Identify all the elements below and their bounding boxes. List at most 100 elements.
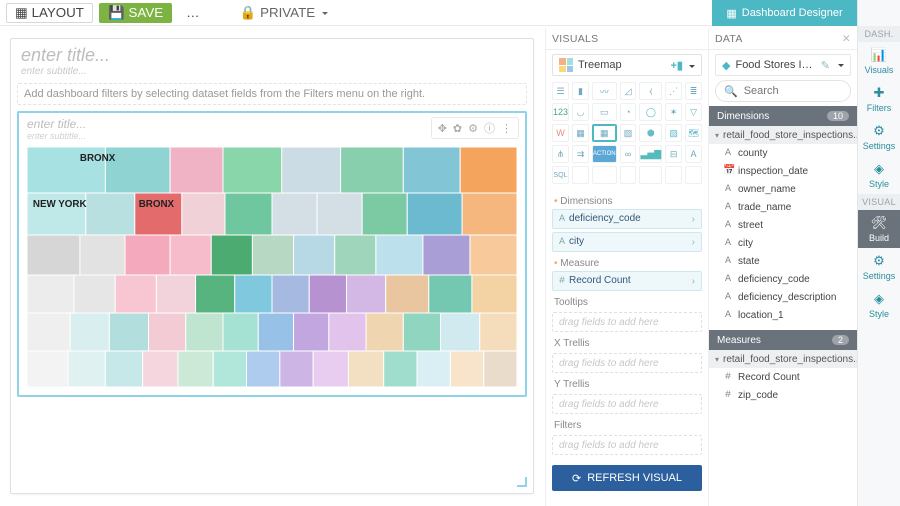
viz-line[interactable]: 〰 — [592, 82, 617, 100]
measure-field-zip-code[interactable]: #zip_code — [709, 386, 857, 404]
gear-icon[interactable]: ⚙ — [468, 122, 478, 135]
dimension-field-owner-name[interactable]: Aowner_name — [709, 180, 857, 198]
viz-text[interactable]: A — [685, 145, 702, 163]
filters-shelf[interactable]: drag fields to add here — [552, 435, 702, 455]
dimension-pill-deficiency-code[interactable]: Adeficiency_code › — [552, 209, 702, 229]
chevron-down-icon[interactable] — [835, 59, 844, 71]
dimension-field-inspection-date[interactable]: 📅inspection_date — [709, 162, 857, 180]
rail-visual-style[interactable]: ◈Style — [858, 286, 900, 324]
viz-donut[interactable]: ◯ — [639, 103, 662, 121]
dashboard-subtitle-input[interactable]: enter subtitle... — [11, 66, 533, 81]
dimensions-group-header[interactable]: Dimensions 10 — [709, 106, 857, 126]
chevron-right-icon[interactable]: › — [692, 237, 695, 248]
measures-count: 2 — [832, 335, 849, 345]
viz-bullet[interactable]: ▭ — [592, 103, 617, 121]
viz-map[interactable]: ▧ — [620, 124, 637, 142]
viz-link[interactable]: ∞ — [620, 145, 637, 163]
viz-stacked[interactable]: ≣ — [685, 82, 702, 100]
viz-gauge[interactable]: ◡ — [572, 103, 589, 121]
rail-visual-settings[interactable]: ⚙Settings — [858, 248, 900, 286]
field-search[interactable]: 🔍 ⊗ — [715, 80, 851, 102]
edit-icon[interactable]: ✎ — [821, 59, 830, 72]
dimension-field-trade-name[interactable]: Atrade_name — [709, 198, 857, 216]
dimension-pill-city[interactable]: Acity › — [552, 232, 702, 252]
viz-word[interactable]: W — [552, 124, 569, 142]
dataset-selector[interactable]: ◆ Food Stores Inspection... ✎ — [715, 54, 851, 76]
dimension-field-city[interactable]: Acity — [709, 234, 857, 252]
viz-network[interactable]: ⋔ — [552, 145, 569, 163]
privacy-toggle[interactable]: 🔒 PRIVATE — [231, 3, 336, 23]
viz-treemap[interactable]: ▦ — [592, 124, 617, 142]
viz-blank2[interactable] — [592, 166, 617, 184]
viz-combo[interactable]: ⧼ — [639, 82, 662, 100]
treemap-chart[interactable]: BRONX NEW YORK BRONX — [27, 147, 517, 387]
move-icon[interactable]: ✥ — [438, 122, 447, 135]
viz-funnel[interactable]: ▽ — [685, 103, 702, 121]
info-icon[interactable]: ⓘ — [484, 120, 495, 136]
rail-dash-visuals[interactable]: 📊Visuals — [858, 42, 900, 80]
ellipsis-icon[interactable]: ⋮ — [501, 122, 512, 135]
tooltips-shelf[interactable]: drag fields to add here — [552, 312, 702, 332]
chevron-down-icon[interactable] — [686, 60, 695, 72]
dimension-field-street[interactable]: Astreet — [709, 216, 857, 234]
viz-box[interactable]: ⊟ — [665, 145, 682, 163]
xtrellis-shelf[interactable]: drag fields to add here — [552, 353, 702, 373]
dimension-field-deficiency-description[interactable]: Adeficiency_description — [709, 288, 857, 306]
chevron-right-icon[interactable]: › — [692, 276, 695, 287]
rail-dash-filters[interactable]: ✚Filters — [858, 80, 900, 118]
viz-scatter[interactable]: ⋰ — [665, 82, 682, 100]
viz-us[interactable]: 🗺 — [685, 124, 702, 142]
measure-pill-record-count[interactable]: #Record Count › — [552, 271, 702, 291]
rail-dash-settings[interactable]: ⚙Settings — [858, 118, 900, 156]
visual-card[interactable]: enter title... enter subtitle... ✥ ✿ ⚙ ⓘ… — [17, 111, 527, 397]
viz-blank3[interactable] — [620, 166, 637, 184]
rail-item-label: Style — [869, 309, 889, 319]
viz-blank1[interactable] — [572, 166, 589, 184]
measures-table-header[interactable]: retail_food_store_inspections... — [709, 350, 857, 368]
rail-dash-style[interactable]: ◈Style — [858, 156, 900, 194]
refresh-visual-button[interactable]: ⟳ REFRESH VISUAL — [552, 465, 702, 491]
viz-choropleth[interactable]: ▨ — [665, 124, 682, 142]
rail-visual-build[interactable]: 🛠Build — [858, 210, 900, 248]
viz-geo[interactable]: ⬢ — [639, 124, 662, 142]
measure-field-record-count[interactable]: #Record Count — [709, 368, 857, 386]
viz-pie[interactable]: ◔ — [620, 103, 637, 121]
rail-item-label: Style — [869, 179, 889, 189]
viz-table[interactable]: ☰ — [552, 82, 569, 100]
canvas-resize-handle[interactable] — [517, 477, 527, 487]
more-icon: … — [186, 5, 199, 20]
viz-sql[interactable]: SQL — [552, 166, 569, 184]
tooltips-section-label: Tooltips — [546, 291, 708, 310]
visual-type-select[interactable]: Treemap +▮ — [552, 54, 702, 76]
viz-blank5[interactable] — [665, 166, 682, 184]
settings-icon[interactable]: ✿ — [453, 122, 462, 135]
dimensions-table-header[interactable]: retail_food_store_inspections... — [709, 126, 857, 144]
viz-area[interactable]: ◿ — [620, 82, 637, 100]
viz-blank6[interactable] — [685, 166, 702, 184]
measures-group-header[interactable]: Measures 2 — [709, 330, 857, 350]
add-visual-icon[interactable]: +▮ — [670, 60, 682, 72]
dimension-field-location-1[interactable]: Alocation_1 — [709, 306, 857, 324]
viz-histogram[interactable]: ▃▅▇ — [639, 145, 662, 163]
more-button[interactable]: … — [178, 3, 207, 23]
close-icon[interactable]: ✕ — [842, 33, 851, 45]
dimension-field-county[interactable]: Acounty — [709, 144, 857, 162]
viz-blank4[interactable] — [639, 166, 662, 184]
dashboard-title-input[interactable]: enter title... — [11, 39, 533, 66]
layout-button[interactable]: ▦ LAYOUT — [6, 3, 93, 23]
viz-action[interactable]: ACTION — [592, 145, 617, 163]
dimension-field-deficiency-code[interactable]: Adeficiency_code — [709, 270, 857, 288]
viz-radar[interactable]: ✶ — [665, 103, 682, 121]
viz-heat[interactable]: ▦ — [572, 124, 589, 142]
save-button[interactable]: 💾 SAVE — [99, 3, 172, 23]
settings-icon: ⚙ — [873, 123, 885, 139]
viz-sankey[interactable]: ⇉ — [572, 145, 589, 163]
ytrellis-shelf[interactable]: drag fields to add here — [552, 394, 702, 414]
viz-bar[interactable]: ▮ — [572, 82, 589, 100]
measure-shelf[interactable]: #Record Count › — [546, 271, 708, 291]
dimension-field-state[interactable]: Astate — [709, 252, 857, 270]
chevron-right-icon[interactable]: › — [692, 214, 695, 225]
dashboard-designer-button[interactable]: ▦ Dashboard Designer — [712, 0, 857, 26]
viz-kpi[interactable]: 123 — [552, 103, 569, 121]
dimensions-shelf[interactable]: Adeficiency_code › Acity › — [546, 209, 708, 252]
